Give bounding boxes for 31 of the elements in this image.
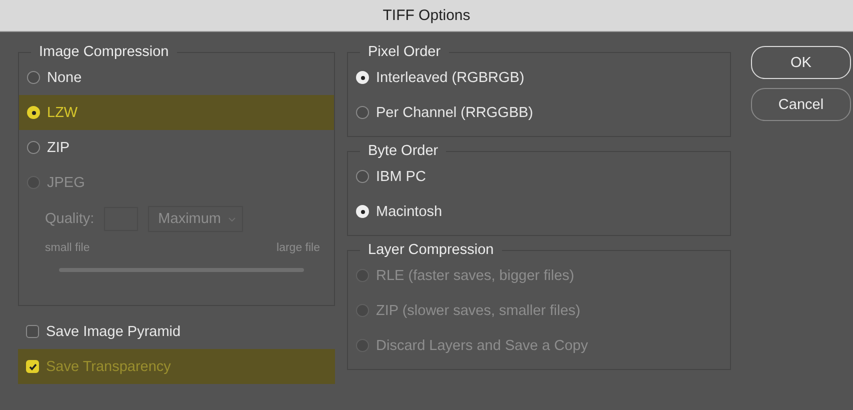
group-title: Image Compression <box>38 44 170 60</box>
checkbox[interactable] <box>26 325 39 338</box>
option-label: RLE (faster saves, bigger files) <box>376 268 574 284</box>
checkmark-icon <box>28 362 38 372</box>
slider-min-label: small file <box>45 242 90 254</box>
radio-button[interactable] <box>356 170 369 183</box>
checkbox[interactable] <box>26 360 39 373</box>
cancel-button[interactable]: Cancel <box>751 88 851 121</box>
option-label: IBM PC <box>376 168 426 184</box>
group-title: Layer Compression <box>367 242 495 258</box>
option-label: JPEG <box>47 174 85 190</box>
option-label: Macintosh <box>376 204 442 220</box>
option-label: Discard Layers and Save a Copy <box>376 338 588 354</box>
option-label: ZIP <box>47 140 70 156</box>
option-label: Interleaved (RGBRGB) <box>376 70 524 86</box>
option-label: Save Transparency <box>46 358 171 374</box>
radio-button[interactable] <box>27 141 40 154</box>
option-label: ZIP (slower saves, smaller files) <box>376 302 580 318</box>
option-label: Save Image Pyramid <box>46 324 181 340</box>
quality-label: Quality: <box>45 211 94 227</box>
group-title: Pixel Order <box>367 44 442 60</box>
radio-button[interactable] <box>356 106 369 119</box>
ok-button[interactable]: OK <box>751 46 851 79</box>
slider-max-label: large file <box>276 242 320 254</box>
group-title: Byte Order <box>367 143 440 159</box>
radio-button[interactable] <box>27 71 40 84</box>
chevron-icon <box>228 216 236 222</box>
option-label: LZW <box>47 104 78 120</box>
window-title: TIFF Options <box>382 7 470 24</box>
option-label: None <box>47 70 82 86</box>
option-label: Per Channel (RRGGBB) <box>376 104 534 120</box>
